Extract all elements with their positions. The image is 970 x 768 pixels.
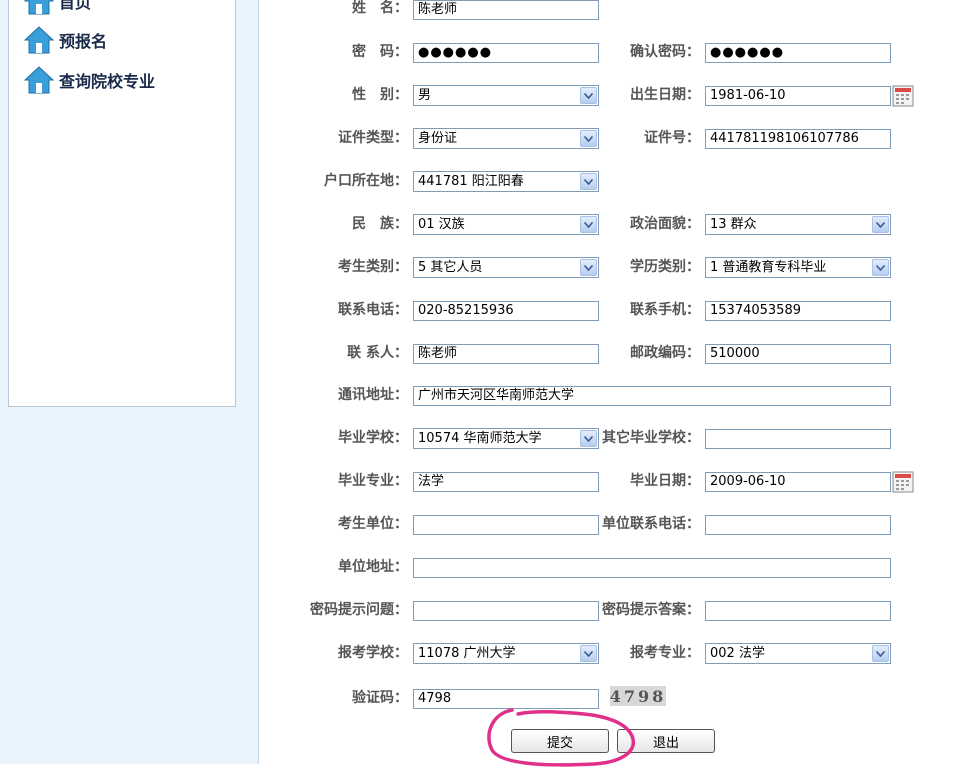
chevron-down-icon[interactable] [872, 645, 889, 662]
nav-item-pre-registration[interactable]: 预报名 [23, 24, 107, 56]
candidate-type-select[interactable]: 5 其它人员 [413, 257, 599, 278]
chevron-down-icon[interactable] [872, 216, 889, 233]
graduate-school-value: 10574 华南师范大学 [418, 431, 542, 446]
chevron-down-icon[interactable] [580, 259, 597, 276]
education-type-label: 学历类别： [630, 259, 700, 275]
chevron-down-icon[interactable] [580, 87, 597, 104]
id-number-label: 证件号： [644, 130, 700, 146]
gender-label: 性 别： [352, 87, 408, 103]
phone-label: 联系电话： [338, 302, 408, 318]
employer-phone-field[interactable] [705, 515, 891, 535]
left-sidebar: 首页 预报名 查询院校专业 [0, 0, 259, 764]
gender-select[interactable]: 男 [413, 85, 599, 106]
household-select[interactable]: 441781 阳江阳春 [413, 171, 599, 192]
house-icon [23, 66, 55, 94]
mobile-field[interactable]: 15374053589 [705, 301, 891, 321]
employer-field[interactable] [413, 515, 599, 535]
education-type-select[interactable]: 1 普通教育专科毕业 [705, 257, 891, 278]
calendar-icon[interactable] [892, 85, 914, 107]
birth-date-field[interactable]: 1981-06-10 [705, 86, 891, 106]
graduate-date-field[interactable]: 2009-06-10 [705, 472, 891, 492]
contact-person-field[interactable]: 陈老师 [413, 344, 599, 364]
employer-label: 考生单位： [338, 516, 408, 532]
captcha-label: 验证码： [352, 690, 408, 706]
political-status-select[interactable]: 13 群众 [705, 214, 891, 235]
exit-button[interactable]: 退出 [617, 729, 715, 753]
address-field[interactable]: 广州市天河区华南师范大学 [413, 386, 891, 406]
contact-person-label: 联 系人： [347, 345, 408, 361]
id-type-value: 身份证 [418, 131, 458, 146]
name-field[interactable]: 陈老师 [413, 0, 599, 20]
nav-item-label: 首页 [59, 0, 92, 12]
candidate-type-label: 考生类别： [338, 259, 408, 275]
graduate-school-select[interactable]: 10574 华南师范大学 [413, 428, 599, 449]
nav-panel: 首页 预报名 查询院校专业 [8, 0, 236, 407]
household-value: 441781 阳江阳春 [418, 174, 524, 189]
apply-school-label: 报考学校： [338, 645, 408, 661]
other-school-label: 其它毕业学校： [602, 430, 700, 446]
gender-value: 男 [418, 88, 432, 103]
graduate-date-label: 毕业日期： [630, 473, 700, 489]
political-status-value: 13 群众 [710, 217, 757, 232]
employer-address-label: 单位地址： [338, 559, 408, 575]
security-question-field[interactable] [413, 601, 599, 621]
nav-item-home[interactable]: 首页 [23, 0, 91, 17]
ethnicity-label: 民 族： [352, 216, 408, 232]
security-answer-field[interactable] [705, 601, 891, 621]
mobile-label: 联系手机： [630, 302, 700, 318]
chevron-down-icon[interactable] [580, 430, 597, 447]
address-label: 通讯地址： [338, 387, 408, 403]
security-answer-label: 密码提示答案： [602, 602, 700, 618]
chevron-down-icon[interactable] [580, 216, 597, 233]
apply-school-value: 11078 广州大学 [418, 646, 516, 661]
graduate-major-field[interactable]: 法学 [413, 472, 599, 492]
confirm-password-label: 确认密码： [630, 44, 700, 60]
postal-code-field[interactable]: 510000 [705, 344, 891, 364]
apply-major-value: 002 法学 [710, 646, 765, 661]
ethnicity-value: 01 汉族 [418, 217, 465, 232]
apply-school-select[interactable]: 11078 广州大学 [413, 643, 599, 664]
political-status-label: 政治面貌： [630, 216, 700, 232]
employer-phone-label: 单位联系电话： [602, 516, 700, 532]
captcha-field[interactable]: 4798 [413, 689, 599, 709]
confirm-password-field[interactable]: ●●●●●● [705, 43, 891, 63]
graduate-major-label: 毕业专业： [338, 473, 408, 489]
nav-item-label: 查询院校专业 [59, 72, 156, 91]
household-label: 户口所在地： [324, 173, 408, 189]
apply-major-label: 报考专业： [630, 645, 700, 661]
house-icon [23, 0, 55, 15]
id-type-select[interactable]: 身份证 [413, 128, 599, 149]
postal-code-label: 邮政编码： [630, 345, 700, 361]
birth-date-label: 出生日期： [630, 87, 700, 103]
nav-item-query-schools[interactable]: 查询院校专业 [23, 64, 155, 96]
submit-button[interactable]: 提交 [511, 729, 609, 753]
password-label: 密 码： [352, 44, 408, 60]
name-label: 姓 名： [352, 0, 408, 16]
education-type-value: 1 普通教育专科毕业 [710, 260, 827, 275]
apply-major-select[interactable]: 002 法学 [705, 643, 891, 664]
graduate-school-label: 毕业学校： [338, 430, 408, 446]
other-school-field[interactable] [705, 429, 891, 449]
ethnicity-select[interactable]: 01 汉族 [413, 214, 599, 235]
employer-address-field[interactable] [413, 558, 891, 578]
nav-item-label: 预报名 [59, 32, 108, 51]
candidate-type-value: 5 其它人员 [418, 260, 483, 275]
house-icon [23, 26, 55, 54]
chevron-down-icon[interactable] [872, 259, 889, 276]
chevron-down-icon[interactable] [580, 645, 597, 662]
id-type-label: 证件类型： [338, 130, 408, 146]
chevron-down-icon[interactable] [580, 173, 597, 190]
id-number-field[interactable]: 441781198106107786 [705, 129, 891, 149]
calendar-icon[interactable] [892, 471, 914, 493]
password-field[interactable]: ●●●●●● [413, 43, 599, 63]
chevron-down-icon[interactable] [580, 130, 597, 147]
phone-field[interactable]: 020-85215936 [413, 301, 599, 321]
security-question-label: 密码提示问题： [310, 602, 408, 618]
captcha-image[interactable]: 4798 [610, 686, 666, 706]
